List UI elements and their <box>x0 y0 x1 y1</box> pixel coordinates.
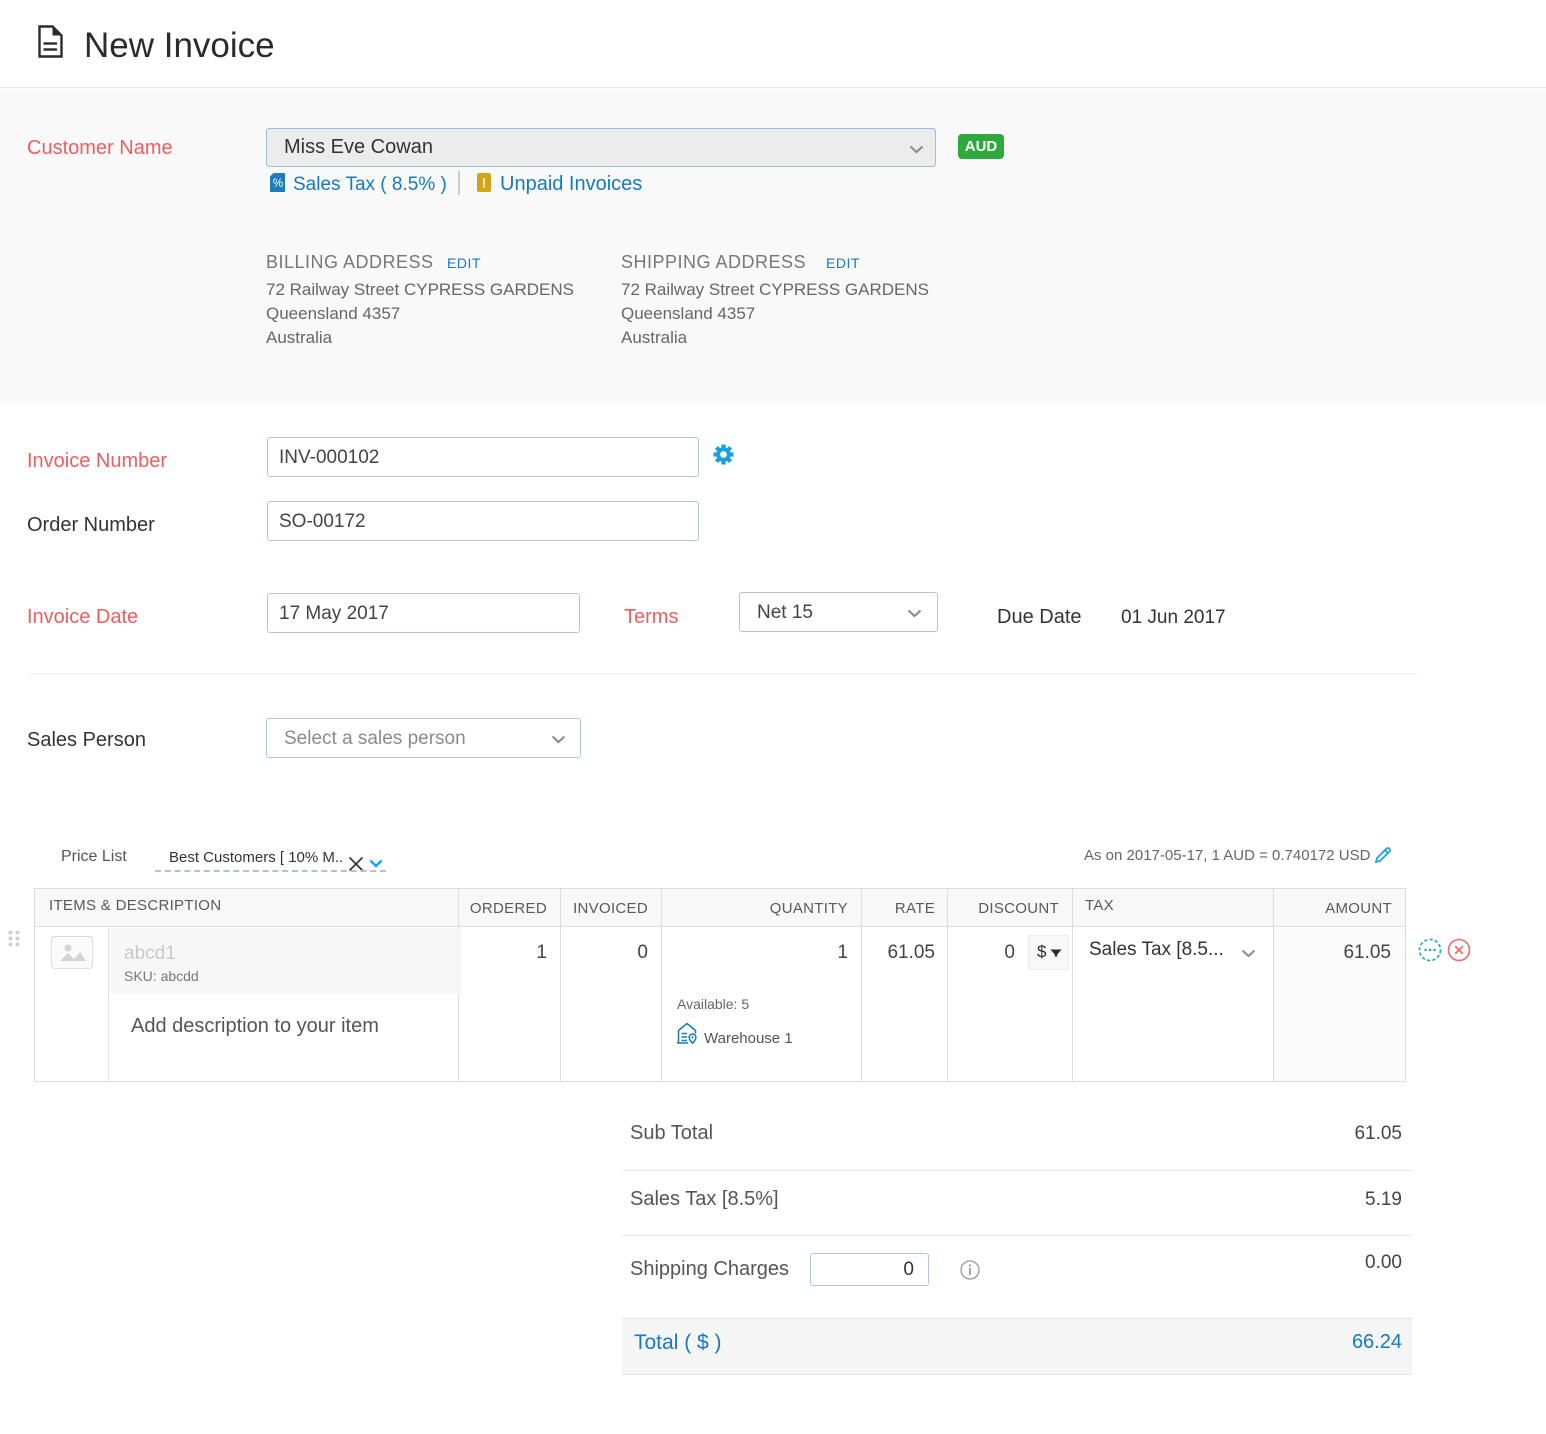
svg-text:%: % <box>273 178 283 190</box>
svg-text:!: ! <box>482 176 486 191</box>
